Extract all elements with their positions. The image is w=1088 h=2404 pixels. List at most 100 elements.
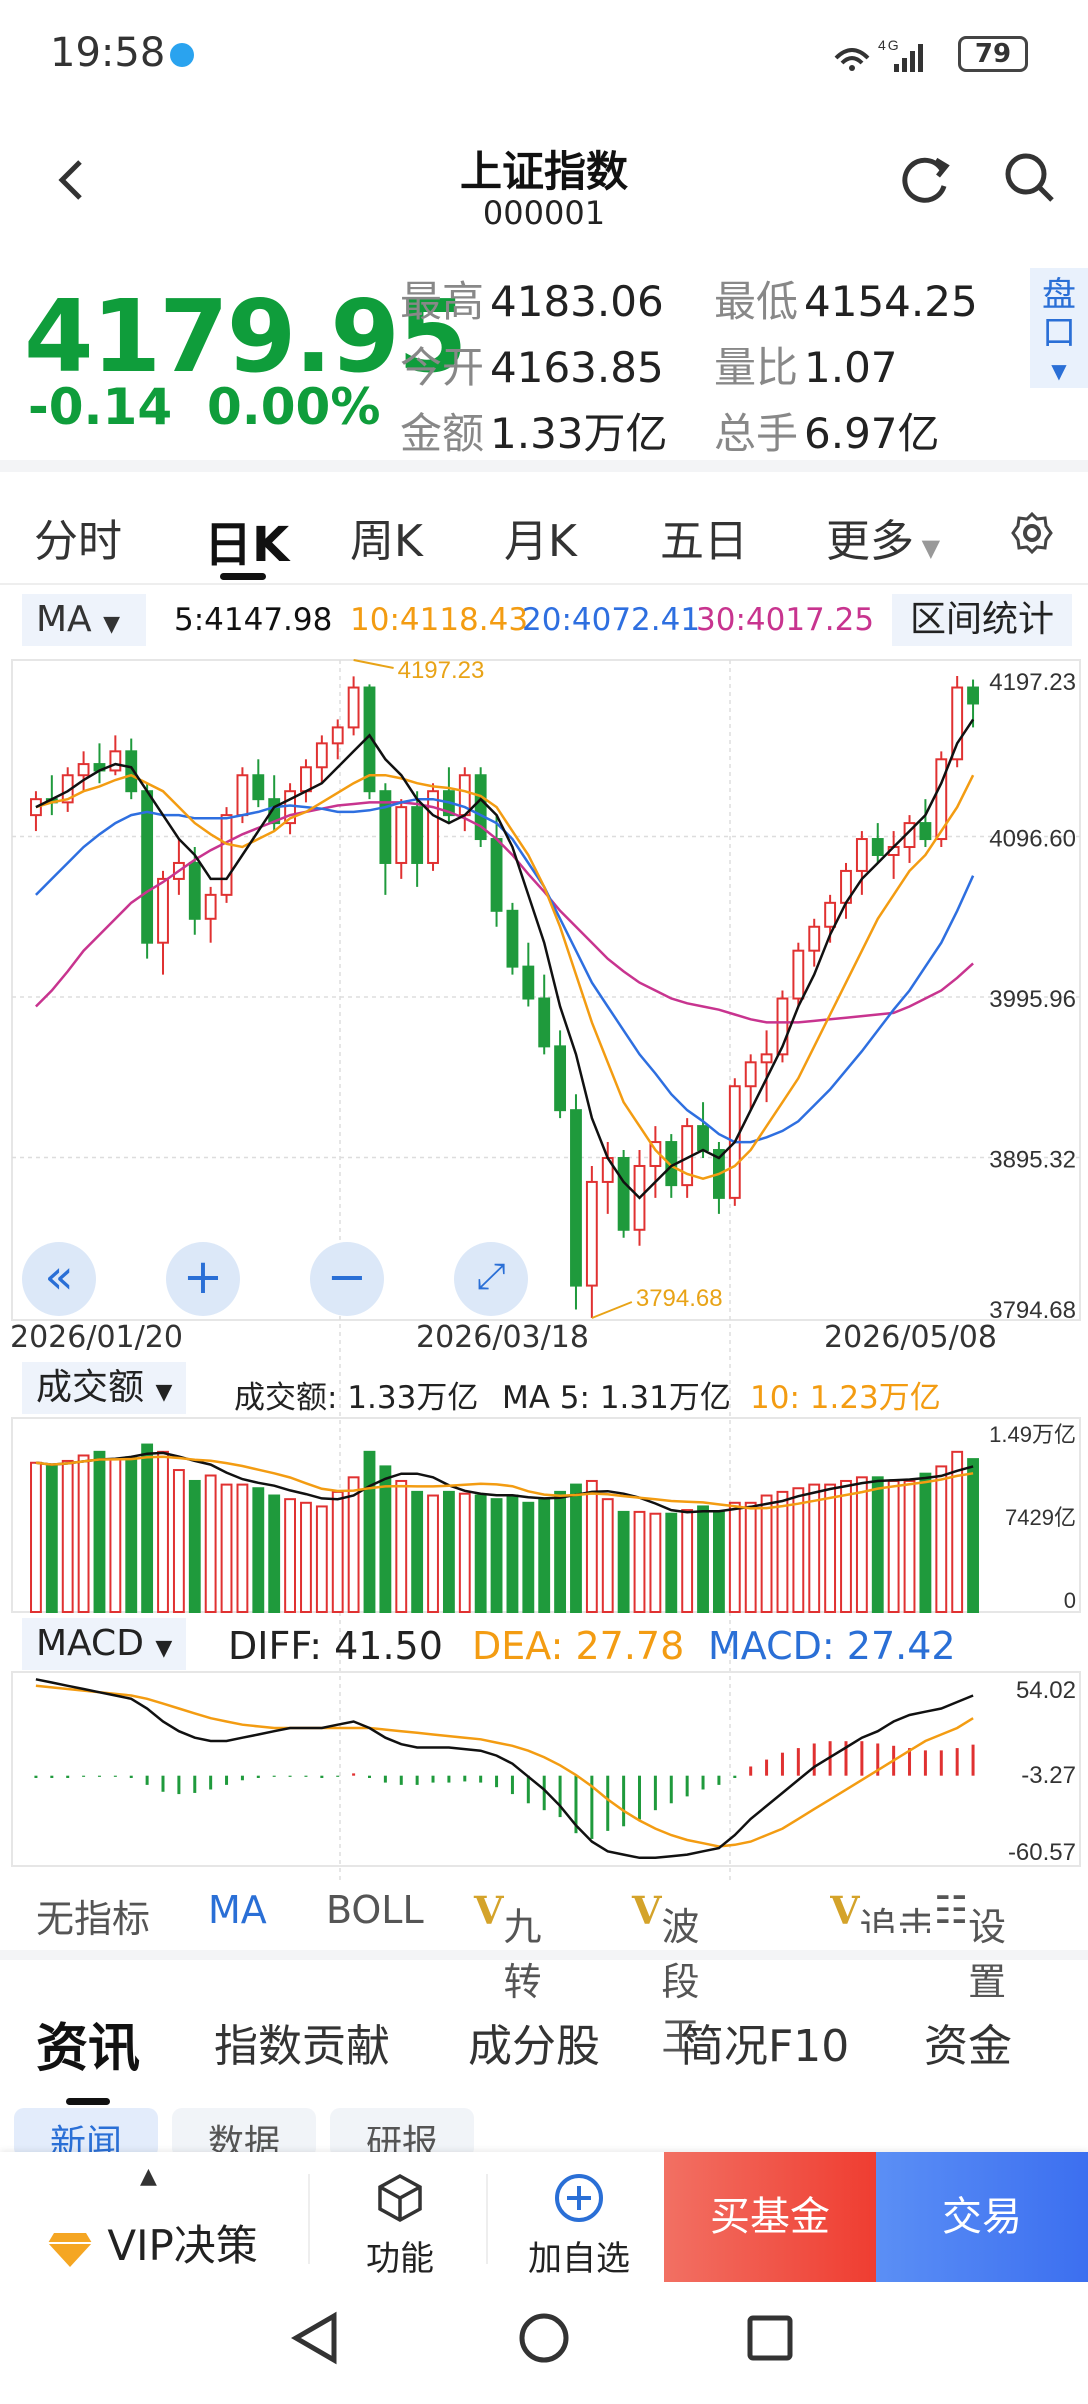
tab-news[interactable]: 资讯 [36,2006,140,2081]
zoom-out-icon[interactable]: − [310,1242,384,1316]
volume-bar [331,1490,344,1614]
volume-bar [300,1501,312,1614]
candle-body [617,1157,630,1231]
candle-body [157,877,169,944]
candle-body [204,893,217,920]
candle-body [808,925,821,952]
expand-up-icon[interactable]: ▲ [140,2164,157,2189]
volume-bar [157,1450,169,1613]
candle-body [506,909,519,968]
volume-bar [379,1465,392,1614]
tab-profile-f10[interactable]: 简况F10 [680,2010,849,2074]
volume-bar [681,1509,694,1613]
candle-body [395,806,408,864]
volume-bar [93,1450,106,1613]
volume-bar [458,1492,471,1613]
price-axis-label: 3895.32 [989,1147,1076,1174]
volume-bar [411,1490,424,1614]
candle-body [141,790,154,944]
price-axis-label: 4197.23 [989,669,1076,696]
candle-body [331,726,344,745]
volume-amount: 成交额: 1.33万亿 [234,1380,479,1416]
info-tabs: 资讯 指数贡献 成分股 简况F10 资金 [0,1960,1088,2120]
candle-body [744,1061,757,1088]
volume-bar [585,1479,598,1613]
volume-bar [442,1490,455,1614]
volume-ma5: MA 5: 1.31万亿 [502,1380,731,1416]
recents-nav-icon[interactable] [747,2315,793,2361]
kline-chart[interactable]: 4197.23 4096.60 3995.96 3895.32 3794.68 4197.… [0,0,1088,1880]
candle-body [490,838,503,912]
scroll-left-icon[interactable]: « [22,1242,96,1316]
tab-constituents[interactable]: 成分股 [468,2010,600,2074]
indicator-jiuzhuan[interactable]: V 九转 [474,1888,542,2004]
high-label: 4197.23 [398,657,485,684]
macd-dea-line [35,1684,974,1848]
indicator-zhuiji[interactable]: V 追击 [830,1888,930,1933]
zoom-in-icon[interactable]: + [166,1242,240,1316]
candle-body [252,774,265,801]
indicator-row: 无指标 MA BOLL V 九转 V 波段王 V 追击 ☷ 设置 [0,1880,1088,2059]
volume-bar [649,1512,662,1613]
date-mid: 2026/03/18 [416,1320,589,1355]
indicator-boll[interactable]: BOLL [326,1888,424,1932]
candle-body [951,686,964,761]
volume-bar [554,1490,567,1614]
candle-body [315,742,328,769]
volume-bar [713,1510,725,1614]
home-nav-icon[interactable] [519,2313,569,2363]
indicator-none[interactable]: 无指标 [36,1888,150,1943]
indicator-ma[interactable]: MA [208,1888,267,1932]
volume-bar [141,1443,154,1614]
macd-dea: DEA: 27.78 [472,1624,685,1668]
volume-bar [808,1483,821,1613]
volume-bar [760,1494,773,1614]
volume-bar [840,1479,852,1613]
function-button[interactable]: 功能 [330,2152,470,2282]
fullscreen-icon[interactable]: ⤢ [454,1242,528,1316]
tab-funds[interactable]: 资金 [924,2010,1012,2074]
active-tab-indicator [66,2098,110,2105]
subtab-data[interactable]: 数据 [172,2108,316,2164]
price-chart-frame [11,659,1081,1321]
candle-body [760,1053,773,1064]
price-axis-label: 3794.68 [989,1297,1076,1324]
low-label: 3794.68 [636,1285,723,1312]
high-pointer [353,659,394,669]
diamond-icon [48,2232,92,2267]
vip-button[interactable]: VIP决策 [46,2212,258,2273]
buy-fund-button[interactable]: 买基金 [664,2152,876,2282]
volume-bar [967,1458,979,1613]
candle-body [522,965,535,1000]
ma5-line [35,718,975,1200]
macd-selector[interactable]: MACD ▼ [22,1618,187,1670]
back-nav-icon[interactable] [291,2311,337,2365]
indicator-boduanwang[interactable]: V 波段王 [632,1888,700,2059]
volume-bar [77,1454,90,1613]
trade-button[interactable]: 交易 [876,2152,1088,2282]
tab-contribution[interactable]: 指数贡献 [214,2010,390,2074]
subtab-research[interactable]: 研报 [330,2108,474,2164]
volume-axis-label: 1.49万亿 [989,1422,1076,1447]
date-end: 2026/05/08 [824,1320,997,1355]
volume-bar [61,1459,74,1613]
subtab-news[interactable]: 新闻 [14,2108,158,2164]
volume-bar [633,1510,646,1614]
volume-bar [474,1494,487,1614]
volume-bar [363,1450,376,1613]
volume-bar [617,1510,630,1614]
volume-bar [792,1487,805,1613]
price-axis-label: 3995.96 [989,986,1076,1013]
volume-bar [665,1512,678,1613]
candle-body [871,838,884,856]
candle-body [220,814,233,896]
candle-body [554,1045,567,1112]
bottom-action-bar: ▲ VIP决策 功能 加自选 买基金 交易 [0,2152,1088,2282]
indicator-settings[interactable]: ☷ 设置 [934,1888,1006,2004]
volume-bar [172,1469,185,1614]
add-watchlist-button[interactable]: 加自选 [504,2152,654,2282]
volume-bar [506,1494,519,1614]
volume-bar [887,1479,900,1613]
macd-axis-label: -3.27 [1021,1762,1076,1789]
volume-selector[interactable]: 成交额 ▼ [22,1362,187,1414]
